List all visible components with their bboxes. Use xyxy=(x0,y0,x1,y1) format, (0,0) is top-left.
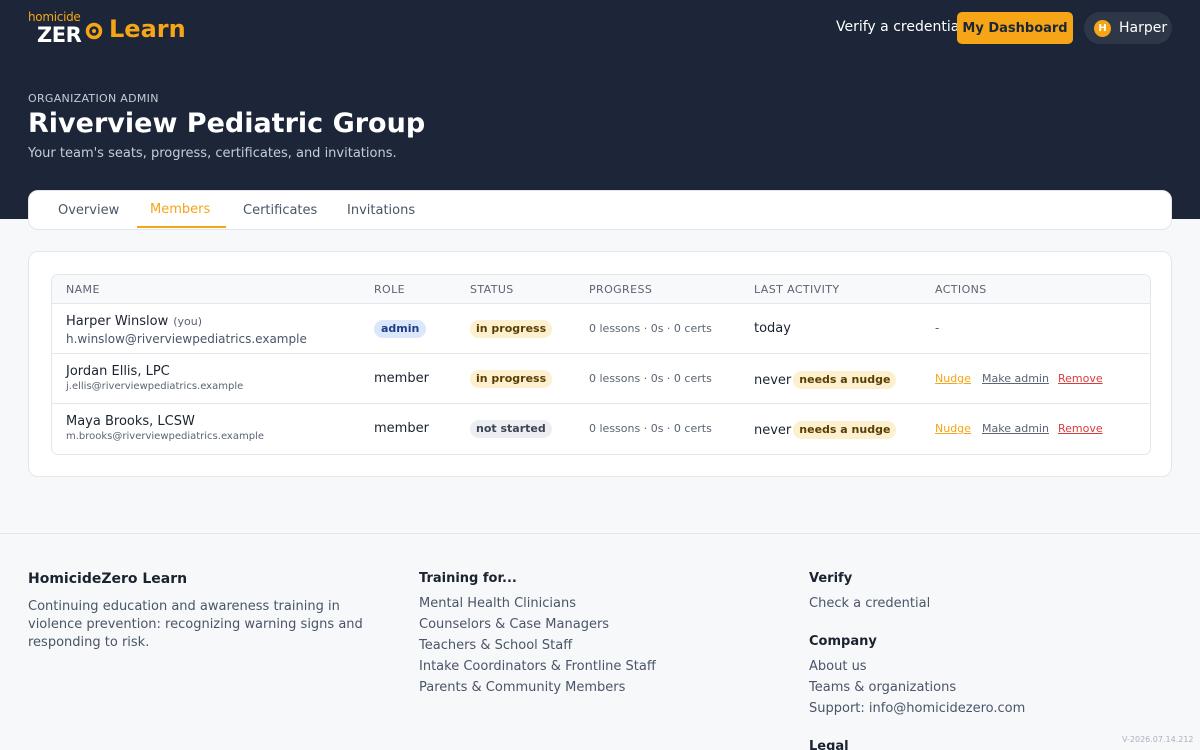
needs-nudge-badge: needs a nudge xyxy=(793,421,897,439)
page-subtitle: Your team's seats, progress, certificate… xyxy=(28,146,397,161)
footer-brand: HomicideZero Learn xyxy=(28,571,188,587)
status-badge: in progress xyxy=(470,320,553,338)
active-tab-indicator xyxy=(137,226,226,228)
remove-member-button[interactable]: Remove xyxy=(1058,372,1103,385)
footer-link-teachers[interactable]: Teachers & School Staff xyxy=(419,638,572,653)
members-card: NAME ROLE STATUS PROGRESS LAST ACTIVITY … xyxy=(28,251,1172,477)
last-activity-text: never xyxy=(754,423,792,438)
no-actions-placeholder: - xyxy=(935,321,940,335)
last-activity: never needs a nudge xyxy=(754,421,897,439)
progress-summary: 0 lessons · 0s · 0 certs xyxy=(589,372,712,385)
logo-o-ring-icon xyxy=(85,22,103,40)
nudge-button[interactable]: Nudge xyxy=(935,372,971,385)
table-header: NAME ROLE STATUS PROGRESS LAST ACTIVITY … xyxy=(52,275,1150,304)
member-email: h.winslow@riverviewpediatrics.example xyxy=(66,332,307,346)
member-name: Harper Winslow (you) xyxy=(66,314,202,329)
status-badge: not started xyxy=(470,420,552,438)
column-header-status: STATUS xyxy=(470,283,514,296)
role-badge: admin xyxy=(374,320,427,338)
footer-link-check-credential[interactable]: Check a credential xyxy=(809,596,930,611)
tab-invitations[interactable]: Invitations xyxy=(347,203,415,218)
member-name: Jordan Ellis, LPC xyxy=(66,364,170,379)
status-badge: in progress xyxy=(470,370,553,388)
user-menu-button[interactable]: H Harper xyxy=(1084,12,1172,44)
logo-zero-text: ZER xyxy=(37,23,82,47)
you-label: (you) xyxy=(173,315,203,328)
footer-link-intake-coordinators[interactable]: Intake Coordinators & Frontline Staff xyxy=(419,659,656,674)
member-email: j.ellis@riverviewpediatrics.example xyxy=(66,381,244,392)
user-name: Harper xyxy=(1119,20,1168,36)
last-activity: today xyxy=(754,321,791,336)
footer-verify-heading: Verify xyxy=(809,571,853,586)
footer-link-counselors[interactable]: Counselors & Case Managers xyxy=(419,617,609,632)
logo-homicide-text: homicide xyxy=(28,10,81,24)
column-header-role: ROLE xyxy=(374,283,405,296)
member-name-text: Harper Winslow xyxy=(66,314,169,329)
hero-header: homicide ZER Learn Verify a credential M… xyxy=(0,0,1200,219)
verify-credential-link[interactable]: Verify a credential xyxy=(836,19,963,35)
remove-member-button[interactable]: Remove xyxy=(1058,422,1103,435)
my-dashboard-button[interactable]: My Dashboard xyxy=(957,12,1073,44)
table-row: Harper Winslow (you) h.winslow@riverviewp… xyxy=(52,304,1150,354)
make-admin-button[interactable]: Make admin xyxy=(982,372,1049,385)
footer-link-about-us[interactable]: About us xyxy=(809,659,867,674)
table-row: Maya Brooks, LCSW m.brooks@riverviewpedi… xyxy=(52,404,1150,454)
last-activity-text: never xyxy=(754,373,792,388)
member-role: member xyxy=(374,421,429,436)
make-admin-button[interactable]: Make admin xyxy=(982,422,1049,435)
page-title: Riverview Pediatric Group xyxy=(28,108,426,139)
tab-overview[interactable]: Overview xyxy=(58,203,119,218)
tab-bar: Overview Members Certificates Invitation… xyxy=(28,190,1172,230)
footer-training-heading: Training for... xyxy=(419,571,517,586)
tab-members[interactable]: Members xyxy=(150,202,210,217)
column-header-actions: ACTIONS xyxy=(935,283,987,296)
nudge-button[interactable]: Nudge xyxy=(935,422,971,435)
member-role: member xyxy=(374,371,429,386)
column-header-last-activity: LAST ACTIVITY xyxy=(754,283,840,296)
tab-certificates[interactable]: Certificates xyxy=(243,203,317,218)
table-row: Jordan Ellis, LPC j.ellis@riverviewpedia… xyxy=(52,354,1150,404)
footer-company-heading: Company xyxy=(809,634,877,649)
homicidezero-learn-logo[interactable]: homicide ZER Learn xyxy=(28,10,188,47)
footer-legal-heading: Legal xyxy=(809,739,849,750)
site-footer: HomicideZero Learn Continuing education … xyxy=(0,533,1200,750)
footer-link-teams-organizations[interactable]: Teams & organizations xyxy=(809,680,956,695)
last-activity: never needs a nudge xyxy=(754,371,897,389)
footer-link-parents[interactable]: Parents & Community Members xyxy=(419,680,625,695)
column-header-progress: PROGRESS xyxy=(589,283,653,296)
member-name: Maya Brooks, LCSW xyxy=(66,414,195,429)
member-email: m.brooks@riverviewpediatrics.example xyxy=(66,431,264,442)
footer-description: Continuing education and awareness train… xyxy=(28,599,363,650)
members-table: NAME ROLE STATUS PROGRESS LAST ACTIVITY … xyxy=(51,274,1151,455)
progress-summary: 0 lessons · 0s · 0 certs xyxy=(589,322,712,335)
progress-summary: 0 lessons · 0s · 0 certs xyxy=(589,422,712,435)
version-label: V-2026.07.14.212 xyxy=(1122,735,1194,744)
footer-link-support-email[interactable]: Support: info@homicidezero.com xyxy=(809,701,1025,716)
logo-learn-text: Learn xyxy=(109,15,186,43)
page-eyebrow: ORGANIZATION ADMIN xyxy=(28,92,159,105)
avatar: H xyxy=(1094,19,1111,37)
footer-link-mental-health-clinicians[interactable]: Mental Health Clinicians xyxy=(419,596,576,611)
column-header-name: NAME xyxy=(66,283,100,296)
needs-nudge-badge: needs a nudge xyxy=(793,371,897,389)
